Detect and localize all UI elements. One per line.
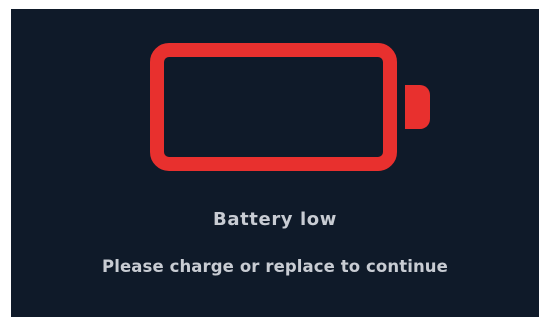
battery-empty-icon — [150, 43, 430, 171]
battery-terminal — [405, 85, 430, 129]
battery-instruction-text: Please charge or replace to continue — [102, 257, 448, 276]
battery-status-title: Battery low — [213, 209, 337, 230]
low-battery-screen: Battery low Please charge or replace to … — [11, 9, 539, 317]
battery-body — [150, 43, 397, 171]
